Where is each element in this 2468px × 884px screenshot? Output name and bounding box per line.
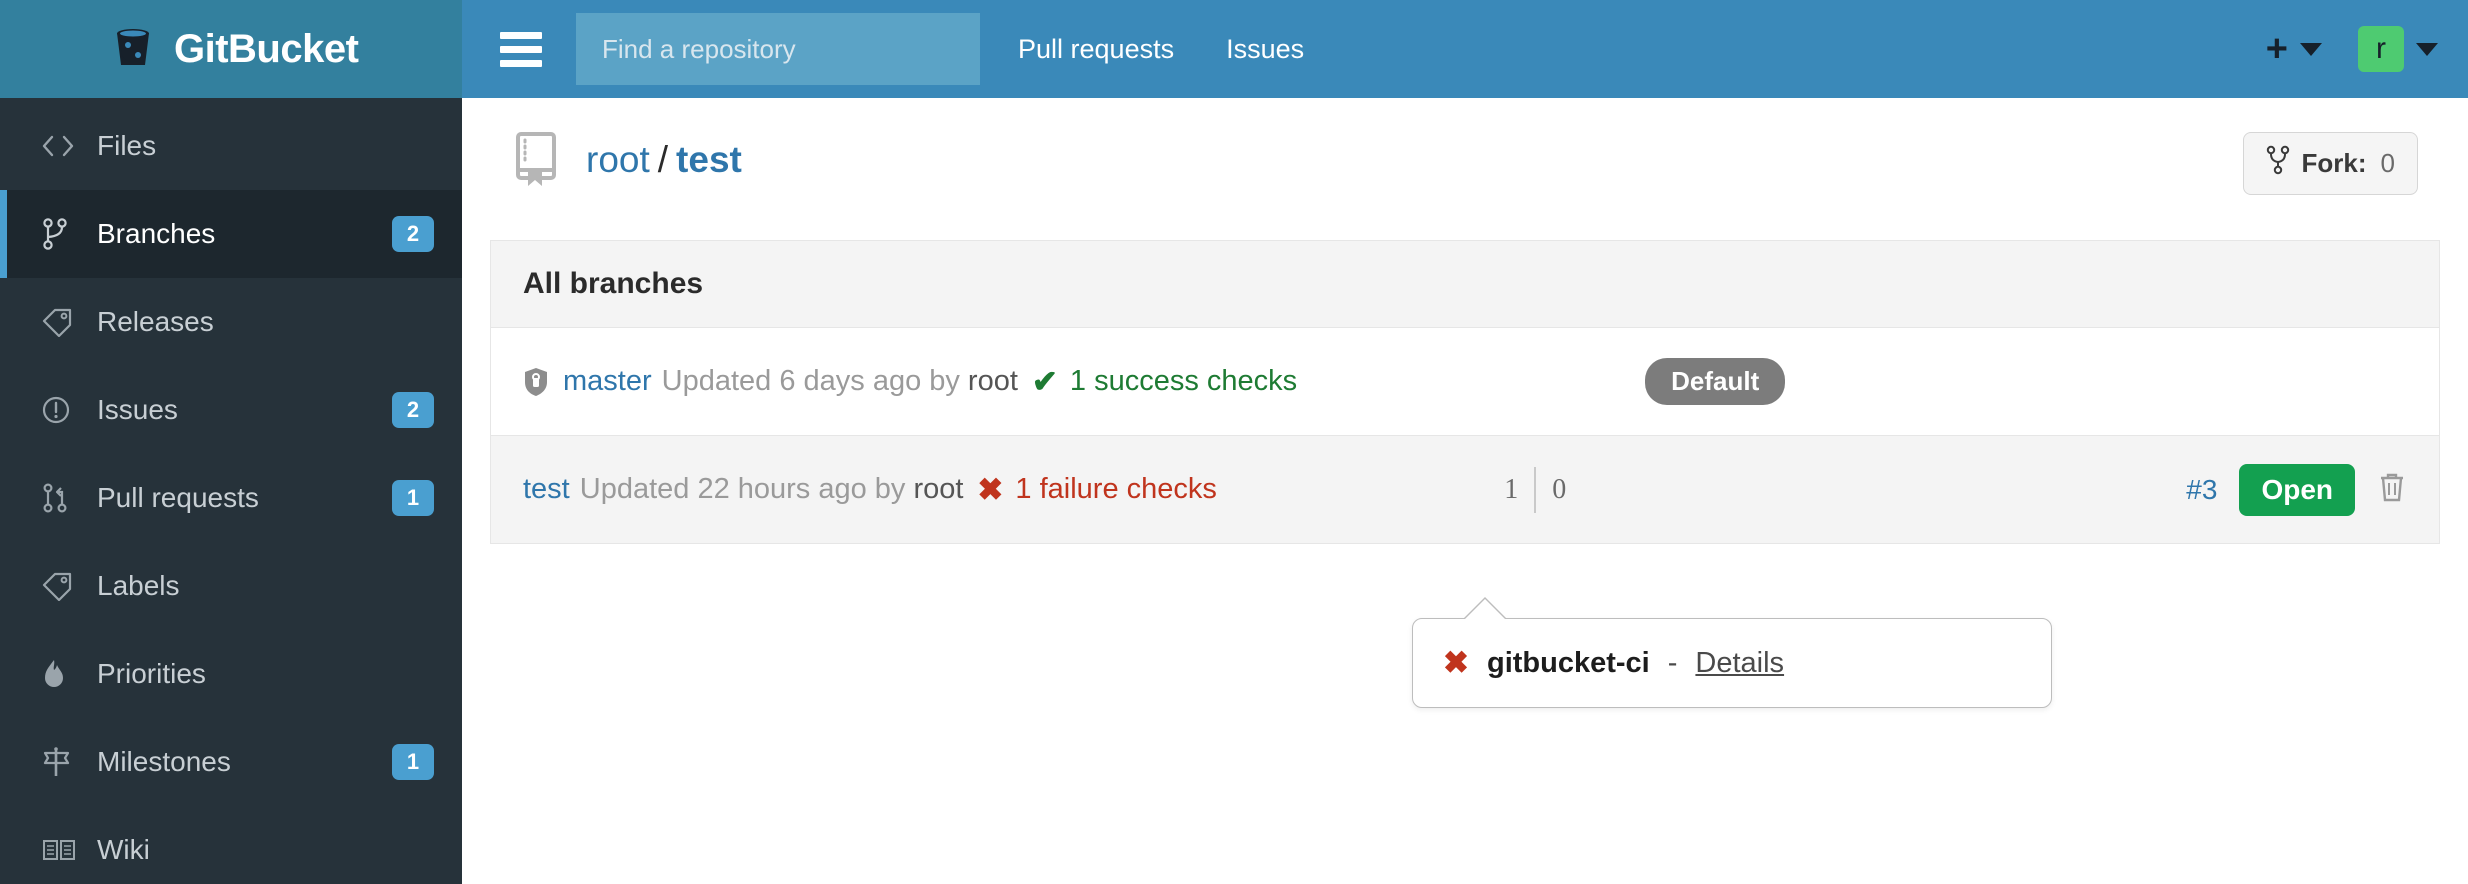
sidebar-item-issues[interactable]: Issues 2	[0, 366, 462, 454]
tag-icon	[41, 307, 85, 337]
sidebar-item-label: Pull requests	[97, 482, 259, 513]
status-badge: Default	[1645, 358, 1786, 405]
check-mark-icon: ✔	[1031, 363, 1058, 399]
fork-icon	[2266, 145, 2290, 182]
row-actions: #3 Open	[2186, 463, 2407, 516]
table-row: test Updated 22 hours ago by root ✖ 1 fa…	[491, 436, 2439, 544]
ci-details-link[interactable]: Details	[1695, 647, 1784, 680]
branch-updated-meta: Updated 6 days ago by	[661, 365, 960, 397]
nav-pull-requests[interactable]: Pull requests	[1018, 34, 1174, 65]
panel-title: All branches	[491, 241, 2439, 328]
breadcrumb: root / test	[586, 139, 742, 181]
milestone-icon	[41, 746, 85, 778]
popover-arrow	[1463, 599, 1507, 621]
commits-behind: 0	[1552, 473, 1567, 505]
ci-context-name: gitbucket-ci	[1486, 646, 1650, 679]
breadcrumb-repo[interactable]: test	[676, 139, 742, 180]
sidebar-item-priorities[interactable]: Priorities	[0, 630, 462, 718]
header-right-actions: + r	[2266, 0, 2438, 98]
issue-circle-icon	[41, 395, 85, 425]
pull-request-icon	[41, 482, 85, 514]
branch-status-failure[interactable]: ✖ 1 failure checks	[977, 472, 1216, 508]
repository-sidebar: Files Branches 2 Releases Issues 2 Pull …	[0, 98, 462, 884]
table-row: master Updated 6 days ago by root ✔ 1 su…	[491, 328, 2439, 436]
sidebar-item-label: Issues	[97, 394, 178, 425]
branch-icon	[41, 218, 85, 250]
sidebar-badge: 2	[392, 216, 434, 252]
chevron-down-icon	[2300, 42, 2322, 56]
sidebar-item-label: Releases	[97, 306, 214, 337]
ahead-behind-counts: 1 0	[1504, 466, 1567, 513]
sidebar-item-label: Files	[97, 130, 157, 161]
breadcrumb-separator: /	[657, 139, 669, 180]
fork-label: Fork:	[2301, 148, 2367, 178]
commits-ahead: 1	[1504, 473, 1519, 505]
flame-icon	[41, 658, 85, 690]
fork-count: 0	[2380, 148, 2395, 178]
breadcrumb-owner[interactable]: root	[586, 139, 650, 180]
hamburger-icon[interactable]	[500, 31, 542, 67]
branch-author: root	[913, 473, 964, 505]
branches-panel: All branches master Updated 6 days ago b…	[490, 240, 2440, 544]
trash-icon[interactable]	[2377, 470, 2407, 509]
plus-icon: +	[2265, 28, 2288, 70]
tag-icon	[41, 571, 85, 601]
branch-name-link[interactable]: test	[523, 473, 570, 506]
code-brackets-icon	[41, 134, 85, 158]
search-input[interactable]	[576, 13, 980, 85]
popover-dash: -	[1667, 646, 1678, 679]
sidebar-item-label: Branches	[97, 218, 216, 249]
pull-request-state-badge[interactable]: Open	[2239, 463, 2355, 516]
pull-request-number-link[interactable]: #3	[2186, 474, 2217, 506]
ci-status-popover: ✖ gitbucket-ci - Details	[1412, 597, 2052, 708]
main-content: root/test Fork: 0 All branches master	[462, 98, 2468, 884]
branch-status-text: 1 success checks	[1069, 365, 1298, 397]
sidebar-badge: 2	[392, 392, 434, 428]
header-nav: Pull requests Issues	[1018, 34, 1304, 65]
book-icon	[41, 837, 85, 863]
branch-name-link[interactable]: master	[563, 365, 652, 398]
x-mark-icon: ✖	[1443, 645, 1469, 680]
branch-author: root	[967, 365, 1018, 397]
branch-info: master Updated 6 days ago by root ✔ 1 su…	[523, 364, 1297, 400]
gitbucket-branches-page: GitBucket Pull requests Issues + r	[0, 0, 2468, 884]
top-header: GitBucket Pull requests Issues + r	[0, 0, 2468, 98]
x-mark-icon: ✖	[977, 471, 1004, 507]
sidebar-item-label: Labels	[97, 570, 180, 601]
sidebar-item-label: Milestones	[97, 746, 231, 777]
chevron-down-icon	[2416, 42, 2438, 56]
gitbucket-logo-icon	[110, 26, 156, 72]
user-menu[interactable]: r	[2358, 26, 2438, 72]
repository-icon	[512, 130, 560, 190]
create-new-menu[interactable]: +	[2266, 30, 2322, 68]
sidebar-badge: 1	[392, 744, 434, 780]
sidebar-item-wiki[interactable]: Wiki	[0, 806, 462, 884]
sidebar-item-files[interactable]: Files	[0, 102, 462, 190]
sidebar-badge: 1	[392, 480, 434, 516]
repository-header: root / test Fork: 0	[462, 98, 2468, 222]
avatar: r	[2358, 26, 2404, 72]
sidebar-item-labels[interactable]: Labels	[0, 542, 462, 630]
brand-home-link[interactable]: GitBucket	[0, 0, 462, 98]
fork-button[interactable]: Fork: 0	[2242, 132, 2418, 195]
sidebar-item-milestones[interactable]: Milestones 1	[0, 718, 462, 806]
sidebar-item-releases[interactable]: Releases	[0, 278, 462, 366]
sidebar-item-label: Priorities	[97, 658, 206, 689]
sidebar-item-branches[interactable]: Branches 2	[0, 190, 462, 278]
sidebar-item-label: Wiki	[97, 834, 150, 865]
branch-status-success[interactable]: ✔ 1 success checks	[1032, 364, 1297, 400]
sidebar-item-pull-requests[interactable]: Pull requests 1	[0, 454, 462, 542]
shield-icon	[523, 366, 549, 398]
nav-issues[interactable]: Issues	[1226, 34, 1304, 65]
branch-updated-meta: Updated 22 hours ago by	[579, 473, 906, 505]
branch-info: test Updated 22 hours ago by root ✖ 1 fa…	[523, 472, 1217, 508]
brand-title: GitBucket	[174, 26, 359, 71]
branch-status-text: 1 failure checks	[1015, 473, 1217, 505]
